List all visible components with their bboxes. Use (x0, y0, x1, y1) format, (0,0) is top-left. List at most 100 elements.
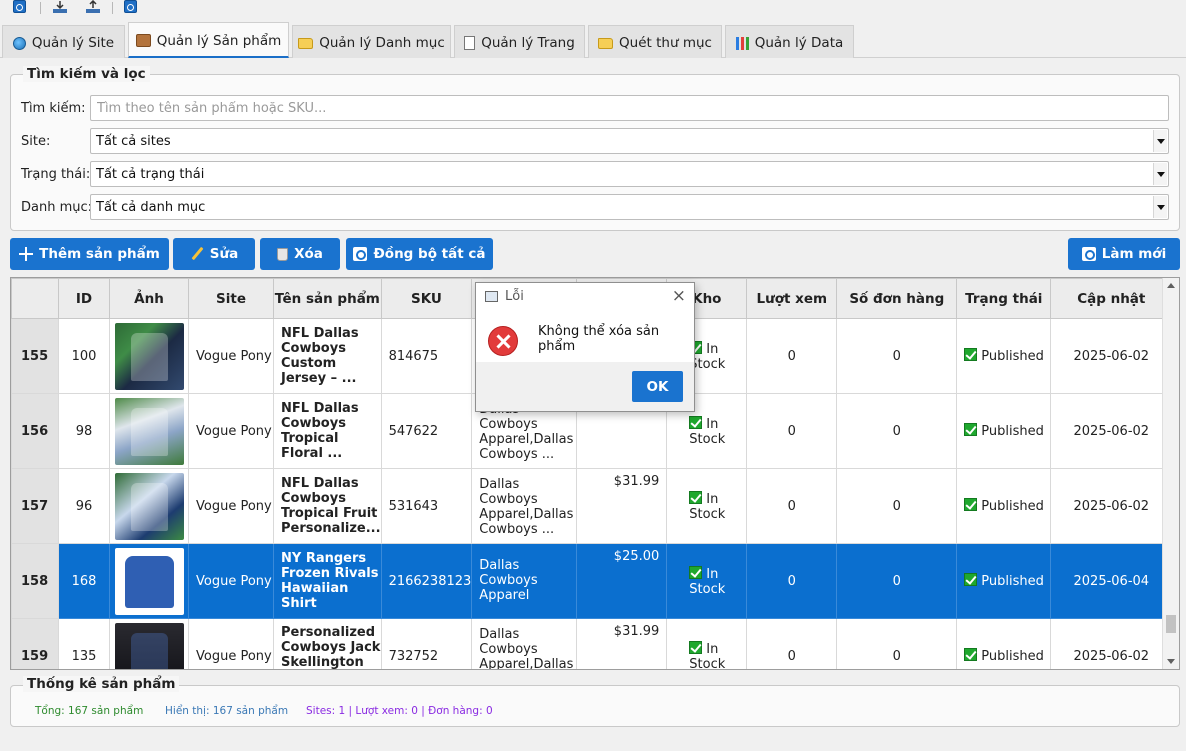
dialog-title: Lỗi (505, 289, 524, 304)
scroll-down-icon[interactable] (1167, 659, 1175, 664)
product-sku: 2166238123 (380, 543, 473, 619)
sync-all-label: Đồng bộ tất cả (373, 246, 486, 262)
scroll-up-icon[interactable] (1167, 283, 1175, 288)
product-stock: In Stock (666, 468, 748, 544)
sync-all-button[interactable]: Đồng bộ tất cả (346, 238, 493, 270)
table-row[interactable]: 159 135 Vogue Pony Personalized Cowboys J… (11, 618, 1173, 669)
row-number: 158 (11, 543, 59, 619)
globe-icon (12, 36, 26, 50)
delete-button[interactable]: Xóa (260, 238, 340, 270)
product-name: NFL Dallas Cowboys Custom Jersey – ... (273, 318, 382, 394)
product-id: 135 (58, 618, 110, 669)
pencil-icon (190, 247, 204, 261)
tab-label: Quét thư mục (619, 35, 712, 51)
product-sku: 732752 (380, 618, 473, 669)
product-status: Published (956, 393, 1052, 469)
product-site: Vogue Pony (188, 393, 274, 469)
column-header[interactable] (11, 278, 59, 319)
product-site: Vogue Pony (188, 618, 274, 669)
column-header[interactable]: Số đơn hàng (836, 278, 958, 319)
add-product-button[interactable]: Thêm sản phẩm (10, 238, 169, 270)
status-filter-select[interactable]: Tất cả trạng thái (90, 161, 1169, 187)
row-number: 156 (11, 393, 59, 469)
import-icon[interactable] (52, 0, 68, 15)
add-product-label: Thêm sản phẩm (39, 246, 160, 262)
product-updated: 2025-06-02 (1050, 318, 1173, 394)
check-icon (689, 565, 703, 579)
top-toolbar (0, 0, 1186, 17)
ok-button[interactable]: OK (632, 371, 683, 402)
column-header[interactable]: ID (58, 278, 110, 319)
product-price: $25.00 (576, 543, 668, 619)
product-views: 0 (746, 393, 838, 469)
column-header[interactable]: Lượt xem (746, 278, 838, 319)
filter-group-title: Tìm kiếm và lọc (23, 66, 150, 82)
tab-site[interactable]: Quản lý Site (2, 25, 125, 58)
stats-total: Tổng: 167 sản phẩm (35, 705, 144, 717)
tab-label: Quản lý Trang (481, 35, 575, 51)
check-icon (689, 415, 703, 429)
product-name: NFL Dallas Cowboys Tropical Floral ... (273, 393, 382, 469)
column-header[interactable]: SKU (380, 278, 473, 319)
column-header[interactable]: Site (188, 278, 274, 319)
column-header[interactable]: Cập nhật (1050, 278, 1173, 319)
toolbar-separator (112, 2, 113, 14)
edit-button[interactable]: Sửa (173, 238, 255, 270)
product-id: 100 (58, 318, 110, 394)
check-icon (964, 423, 978, 436)
edit-label: Sửa (209, 246, 239, 262)
category-filter-select[interactable]: Tất cả danh mục (90, 194, 1169, 220)
tab-data[interactable]: Quản lý Data (725, 25, 854, 58)
product-categories: Dallas Cowboys Apparel (471, 543, 578, 619)
scrollbar-thumb[interactable] (1166, 615, 1176, 633)
close-icon[interactable]: × (672, 286, 686, 306)
product-sku: 814675 (380, 318, 473, 394)
refresh-button[interactable]: Làm mới (1068, 238, 1180, 270)
table-row[interactable]: 157 96 Vogue Pony NFL Dallas Cowboys Tropi… (11, 468, 1173, 544)
tab-products[interactable]: Quản lý Sản phẩm (128, 22, 289, 58)
status-filter-label: Trạng thái: (21, 167, 91, 182)
category-filter-label: Danh mục: (21, 200, 93, 215)
product-updated: 2025-06-02 (1050, 393, 1173, 469)
check-icon (689, 490, 703, 504)
dialog-titlebar[interactable]: Lỗi × (476, 283, 694, 311)
product-updated: 2025-06-04 (1050, 543, 1173, 619)
product-stock: In Stock (666, 543, 748, 619)
site-filter-select[interactable]: Tất cả sites (90, 128, 1169, 154)
export-icon[interactable] (85, 0, 101, 15)
box-icon (135, 34, 151, 47)
product-stock: In Stock (666, 618, 748, 669)
product-image (109, 318, 189, 394)
product-sku: 547622 (380, 393, 473, 469)
row-number: 159 (11, 618, 59, 669)
product-site: Vogue Pony (188, 318, 274, 394)
column-header[interactable]: Ảnh (109, 278, 189, 319)
product-name: NFL Dallas Cowboys Tropical Fruit Personali… (273, 468, 382, 544)
tab-scan-folder[interactable]: Quét thư mục (588, 25, 722, 58)
tab-pages[interactable]: Quản lý Trang (454, 25, 585, 58)
refresh-icon (1081, 247, 1096, 261)
table-row-selected[interactable]: 158 168 Vogue Pony NY Rangers Frozen Riva… (11, 543, 1173, 619)
product-categories: DallasCowboysApparel,DallasCowboys ... (471, 468, 578, 544)
sync-icon[interactable] (13, 0, 29, 15)
table-scrollbar[interactable] (1162, 278, 1179, 669)
search-label: Tìm kiếm: (21, 101, 86, 116)
search-input[interactable] (90, 95, 1169, 121)
column-header[interactable]: Tên sản phẩm (273, 278, 382, 319)
tab-bar: Quản lý Site Quản lý Sản phẩm Quản lý Da… (0, 22, 1186, 58)
product-orders: 0 (836, 618, 958, 669)
stats-sites: Sites: 1 | Lượt xem: 0 | Đơn hàng: 0 (306, 705, 493, 717)
stats-shown: Hiển thị: 167 sản phẩm (165, 705, 289, 717)
product-views: 0 (746, 318, 838, 394)
sync-icon (353, 247, 368, 261)
chevron-down-icon[interactable] (1153, 163, 1167, 185)
delete-label: Xóa (294, 246, 323, 262)
chevron-down-icon[interactable] (1153, 130, 1167, 152)
refresh-icon[interactable] (124, 0, 140, 15)
column-header[interactable]: Trạng thái (956, 278, 1052, 319)
tab-categories[interactable]: Quản lý Danh mục (292, 25, 451, 58)
product-site: Vogue Pony (188, 543, 274, 619)
product-id: 98 (58, 393, 110, 469)
chevron-down-icon[interactable] (1153, 196, 1167, 218)
plus-icon (19, 247, 34, 261)
